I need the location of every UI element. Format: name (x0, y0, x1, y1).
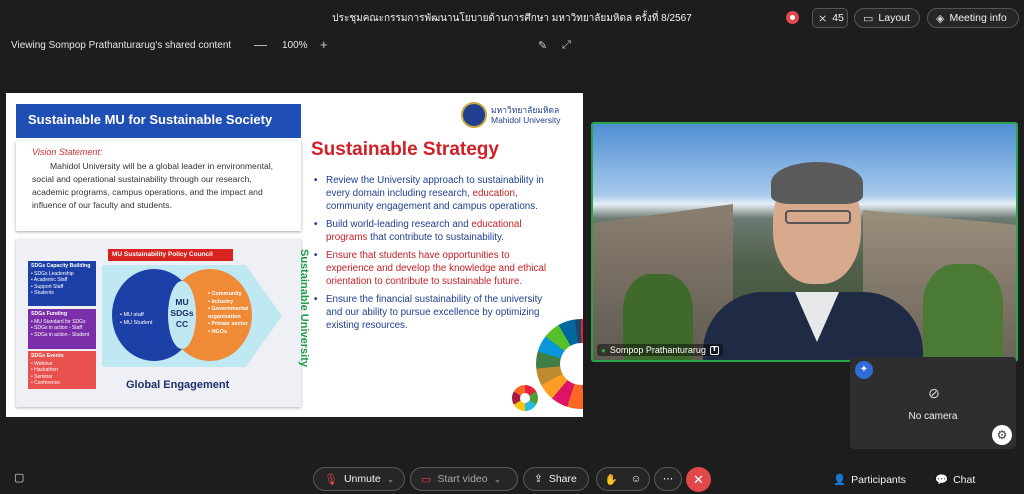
people-muted-icon: ⨯ (818, 12, 828, 25)
sustainable-university-label: Sustainable University (298, 249, 310, 367)
sdg-mini-icon (512, 385, 538, 411)
viewing-label: Viewing Sompop Prathanturarug's shared c… (11, 40, 232, 51)
leave-meeting-button[interactable]: ✕ (686, 467, 711, 492)
speaker-person (703, 162, 923, 360)
global-engagement-label: Global Engagement (126, 379, 230, 391)
partners-list: • Community • Industry • Governmental or… (208, 291, 249, 335)
meeting-info-button[interactable]: ◈ Meeting info (927, 8, 1019, 28)
speaker-name: Sompop Prathanturarug (609, 345, 706, 355)
vision-box: Vision Statement: Mahidol University wil… (16, 141, 301, 231)
tree (923, 264, 1003, 360)
reactions-group[interactable]: ✋ ☺ (596, 467, 650, 491)
zoom-out-button[interactable]: — (254, 37, 267, 52)
strategy-title: Sustainable Strategy (311, 139, 499, 160)
mu-members-list: • MU staff • MU Student (120, 312, 153, 326)
chat-icon: 💬 (935, 474, 949, 486)
person-icon: 👤 (833, 474, 847, 486)
annotate-icon[interactable]: ✎ (538, 39, 547, 52)
raise-hand-icon[interactable]: ✋ (605, 473, 618, 486)
meeting-info-label: Meeting info (949, 12, 1007, 24)
bullet-1: Review the University approach to sustai… (314, 174, 559, 213)
logo-en-text: Mahidol University (491, 115, 561, 125)
share-button[interactable]: ⇪ Share (523, 467, 589, 491)
speaker-name-tag: ● Sompop Prathanturarug ⬆ (597, 344, 723, 356)
top-bar: ประชุมคณะกรรมการพัฒนานโยบายด้านการศึกษา … (0, 0, 1024, 34)
vision-title: Vision Statement: (32, 147, 103, 157)
share-bar: Viewing Sompop Prathanturarug's shared c… (0, 34, 1024, 56)
participant-count: 45 (832, 12, 844, 24)
university-seal-icon (461, 102, 487, 128)
layout-icon: ▭ (863, 12, 874, 25)
capacity-building-box: SDGs Capacity Building • SDGs Leadership… (28, 261, 96, 306)
strategy-bullets: Review the University approach to sustai… (314, 174, 559, 337)
mu-sdgs-cc-label: MU SDGs CC (170, 297, 194, 329)
speaker-video-tile[interactable]: ● Sompop Prathanturarug ⬆ (591, 122, 1018, 362)
chevron-down-icon[interactable]: ⌄ (387, 474, 395, 485)
more-options-button[interactable]: ⋯ (654, 467, 682, 491)
pin-icon[interactable]: ✦ (855, 361, 873, 379)
gear-icon[interactable]: ⚙ (992, 425, 1012, 445)
emoji-icon[interactable]: ☺ (631, 473, 642, 485)
zoom-in-button[interactable]: + (320, 37, 328, 52)
no-camera-label: No camera (908, 411, 958, 422)
participants-button[interactable]: 👤 Participants (833, 473, 906, 486)
vision-text: Mahidol University will be a global lead… (32, 161, 274, 210)
zoom-level: 100% (282, 40, 308, 51)
sdg-diagram: SDGs Capacity Building • SDGs Leadership… (16, 239, 310, 407)
shared-slide: Sustainable MU for Sustainable Society ม… (6, 93, 583, 417)
layout-button[interactable]: ▭ Layout (854, 8, 920, 28)
speaker-hair (771, 162, 863, 204)
chat-button[interactable]: 💬 Chat (935, 473, 975, 486)
mic-off-icon: 🎙 (324, 473, 338, 486)
speaker-glasses (785, 210, 851, 224)
bullet-3: Ensure that students have opportunities … (314, 249, 559, 288)
camera-off-icon: ⊘ (928, 385, 940, 401)
slide-header: Sustainable MU for Sustainable Society (16, 104, 301, 138)
self-video-tile[interactable]: ✦ ⊘ No camera ⚙ (850, 357, 1016, 449)
events-box: SDGs Events • Webinar • Hackathon • Semi… (28, 351, 96, 389)
pin-icon[interactable]: ⬆ (709, 345, 719, 355)
video-off-icon: ▭ (421, 473, 432, 486)
share-label: Share (548, 473, 577, 485)
layout-label: Layout (878, 12, 910, 24)
share-icon: ⇪ (534, 473, 543, 485)
start-video-button[interactable]: ▭ Start video ⌄ (410, 467, 518, 491)
bullet-2: Build world-leading research and educati… (314, 218, 559, 244)
chat-label: Chat (953, 474, 976, 486)
participants-label: Participants (851, 474, 906, 486)
shield-icon: ◈ (936, 12, 945, 25)
bullet-4: Ensure the financial sustainability of t… (314, 293, 559, 332)
captions-icon[interactable]: ▢ (14, 471, 24, 484)
recording-icon[interactable] (786, 11, 799, 24)
chevron-down-icon[interactable]: ⌄ (494, 474, 502, 485)
funding-box: SDGs Funding • MU Standard for SDGs • SD… (28, 309, 96, 349)
council-label: MU Sustainability Policy Council (108, 249, 233, 261)
more-icon: ⋯ (662, 473, 674, 485)
bottom-control-bar: ▢ 🎙 Unmute ⌄ ▭ Start video ⌄ ⇪ Share ✋ ☺… (0, 460, 1024, 494)
participant-count-badge[interactable]: ⨯ 45 (812, 8, 848, 28)
logo-thai-text: มหาวิทยาลัยมหิดล (491, 105, 560, 115)
university-logo: มหาวิทยาลัยมหิดล Mahidol University (461, 102, 560, 128)
unmute-button[interactable]: 🎙 Unmute ⌄ (313, 467, 405, 491)
start-video-label: Start video (437, 473, 488, 485)
unmute-label: Unmute (343, 473, 381, 485)
mic-icon: ● (601, 345, 606, 355)
expand-icon[interactable]: ⤢ (562, 39, 571, 52)
